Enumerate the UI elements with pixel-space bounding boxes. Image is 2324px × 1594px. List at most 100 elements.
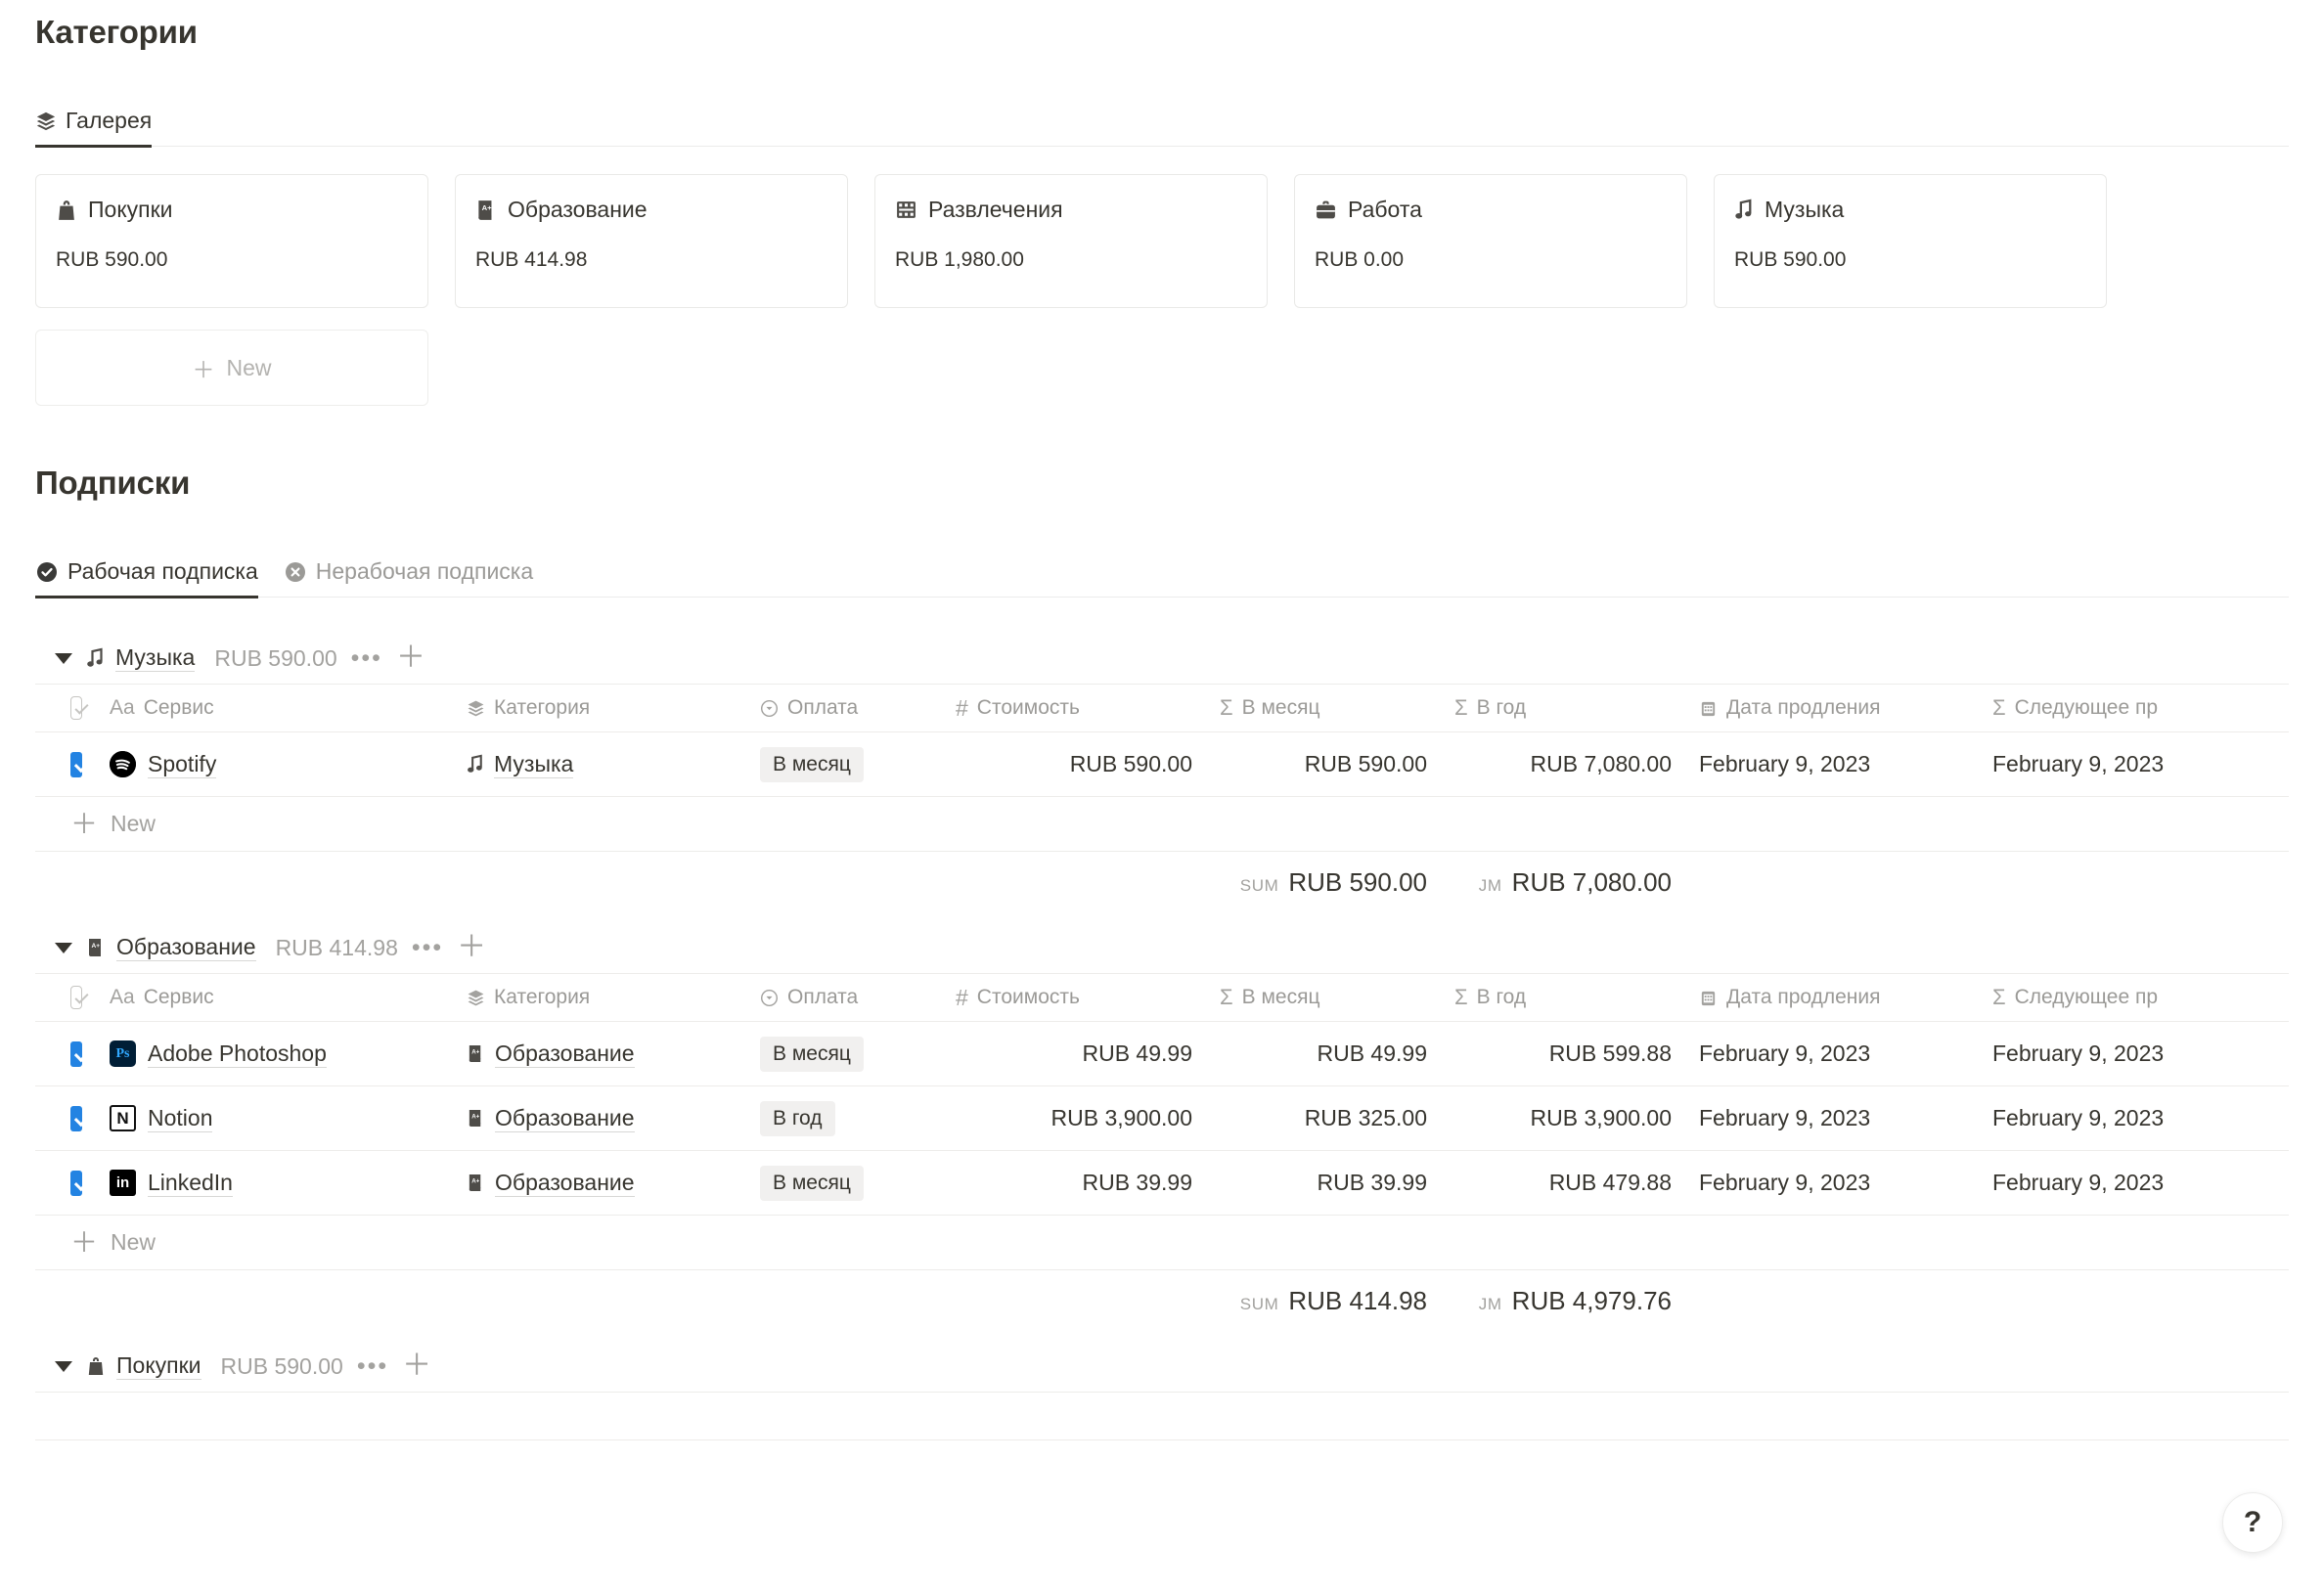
column-header-renewal-date[interactable]: Дата продления [1685,986,1979,1009]
tab-working-subscription-label: Рабочая подписка [67,558,258,584]
checkbox-checked-icon [70,751,82,777]
music-note-icon [86,647,105,669]
column-header-service[interactable]: Aa Сервис [96,986,453,1009]
row-checkbox[interactable] [35,1041,96,1067]
summary-per-year[interactable]: JM RUB 4,979.76 [1441,1286,1685,1316]
column-header-label: Следующее пр [2014,986,2159,1008]
cell-per-year: RUB 7,080.00 [1441,751,1685,777]
column-header-next-payment[interactable]: Σ Следующее пр [1979,985,2282,1010]
group-more-options-icon[interactable]: ••• [351,646,382,671]
category-name: Образование [495,1104,635,1132]
column-header-service[interactable]: Aa Сервис [96,696,453,720]
group-name[interactable]: Музыка [86,644,196,672]
column-header-cost[interactable]: # Стоимость [942,985,1206,1011]
column-header-renewal-date[interactable]: Дата продления [1685,696,1979,720]
column-header-label: В месяц [1241,986,1320,1008]
tab-nonworking-subscription[interactable]: Нерабочая подписка [284,558,533,597]
check-circle-icon [35,560,59,584]
subscriptions-view-tabbar: Рабочая подписка Нерабочая подписка [35,543,2289,598]
column-header-next-payment[interactable]: Σ Следующее пр [1979,695,2282,721]
column-header-cost[interactable]: # Стоимость [942,695,1206,722]
row-checkbox[interactable] [35,751,96,777]
cost-value: RUB 590.00 [1069,751,1192,776]
renewal-date-value: February 9, 2023 [1699,1105,1871,1130]
select-all-checkbox[interactable] [35,696,96,720]
group-add-icon[interactable]: ＋ [457,933,486,962]
category-card-pokupki[interactable]: Покупки RUB 590.00 [35,174,428,308]
new-row-button[interactable]: ＋ New [35,1216,2289,1270]
group-more-options-icon[interactable]: ••• [357,1354,388,1379]
select-all-checkbox[interactable] [35,986,96,1009]
row-checkbox[interactable] [35,1170,96,1196]
column-header-label: Категория [494,696,591,719]
summary-per-month[interactable]: SUM RUB 414.98 [1206,1286,1441,1316]
group-add-icon[interactable]: ＋ [402,1351,431,1381]
category-card-title: Развлечения [895,197,1247,223]
per-month-value: RUB 590.00 [1304,751,1427,776]
per-year-value: RUB 599.88 [1548,1041,1672,1066]
row-checkbox[interactable] [35,1105,96,1131]
table-row[interactable]: Spotify Музыка В месяц RUB 590.00 RUB 59… [35,732,2289,797]
category-name: Музыка [494,750,574,778]
column-header-per-year[interactable]: Σ В год [1441,985,1685,1010]
cell-per-month: RUB 325.00 [1206,1105,1441,1131]
category-card-rabota[interactable]: Работа RUB 0.00 [1294,174,1687,308]
summary-per-month[interactable]: SUM RUB 590.00 [1206,867,1441,898]
x-circle-icon [284,560,307,584]
collapse-triangle-icon[interactable] [55,1360,72,1372]
next-payment-value: February 9, 2023 [1992,1105,2165,1130]
column-header-payment[interactable]: Оплата [746,986,942,1009]
category-card-muzyka[interactable]: Музыка RUB 590.00 [1714,174,2107,308]
help-button[interactable]: ? [2222,1492,2283,1553]
checkbox-checked-icon [70,1170,82,1196]
cost-value: RUB 49.99 [1082,1041,1192,1066]
table-row[interactable]: in LinkedIn A+ Образование В месяц RUB 3… [35,1151,2289,1216]
cost-value: RUB 3,900.00 [1050,1105,1192,1130]
shopping-bag-icon [86,1355,106,1377]
column-header-per-month[interactable]: Σ В месяц [1206,985,1441,1010]
checkbox-checked-icon [70,1105,82,1131]
new-row-button[interactable]: ＋ New [35,797,2289,852]
column-header-per-month[interactable]: Σ В месяц [1206,695,1441,721]
column-header-label: В год [1476,986,1527,1008]
table-row[interactable]: Ps Adobe Photoshop A+ Образование В меся… [35,1022,2289,1086]
column-header-category[interactable]: Категория [453,986,746,1009]
cell-category: Музыка [453,751,746,778]
category-name: Образование [508,197,648,222]
service-name: Adobe Photoshop [148,1040,327,1068]
new-category-button[interactable]: ＋ New [35,330,428,406]
group-summary-row: SUM RUB 414.98 JM RUB 4,979.76 [35,1270,2289,1331]
group-name-label: Образование [116,934,256,961]
column-header-category[interactable]: Категория [453,696,746,720]
tab-working-subscription[interactable]: Рабочая подписка [35,558,258,598]
column-header-label: Следующее пр [2014,696,2159,719]
linkedin-logo: in [110,1170,136,1196]
cell-cost: RUB 3,900.00 [942,1105,1206,1131]
group-add-icon[interactable]: ＋ [396,643,425,673]
plus-icon: ＋ [70,808,99,839]
summary-label: JM [1478,1294,1502,1313]
category-card-razvlecheniya[interactable]: Развлечения RUB 1,980.00 [874,174,1268,308]
column-header-per-year[interactable]: Σ В год [1441,695,1685,721]
per-month-value: RUB 49.99 [1317,1041,1427,1066]
new-row-label: New [111,811,156,836]
column-header-payment[interactable]: Оплата [746,696,942,720]
tab-gallery[interactable]: Галерея [35,108,153,148]
category-amount: RUB 0.00 [1315,248,1405,271]
category-card-obrazovanie[interactable]: A+ Образование RUB 414.98 [455,174,848,308]
collapse-triangle-icon[interactable] [55,652,72,664]
summary-label: SUM [1239,875,1279,895]
payment-period-badge: В год [760,1100,835,1136]
select-circle-icon [760,989,779,1007]
cell-renewal-date: February 9, 2023 [1685,1170,1979,1196]
next-payment-value: February 9, 2023 [1992,1041,2165,1066]
cell-category: A+ Образование [453,1041,746,1068]
group-name[interactable]: A+ Образование [86,934,256,961]
category-name: Покупки [88,197,173,222]
group-name[interactable]: Покупки [86,1352,201,1380]
table-row[interactable]: N Notion A+ Образование В год RUB 3,900.… [35,1086,2289,1151]
group-more-options-icon[interactable]: ••• [412,936,443,960]
collapse-triangle-icon[interactable] [55,942,72,953]
column-header-label: Стоимость [976,986,1080,1008]
summary-per-year[interactable]: JM RUB 7,080.00 [1441,867,1685,898]
